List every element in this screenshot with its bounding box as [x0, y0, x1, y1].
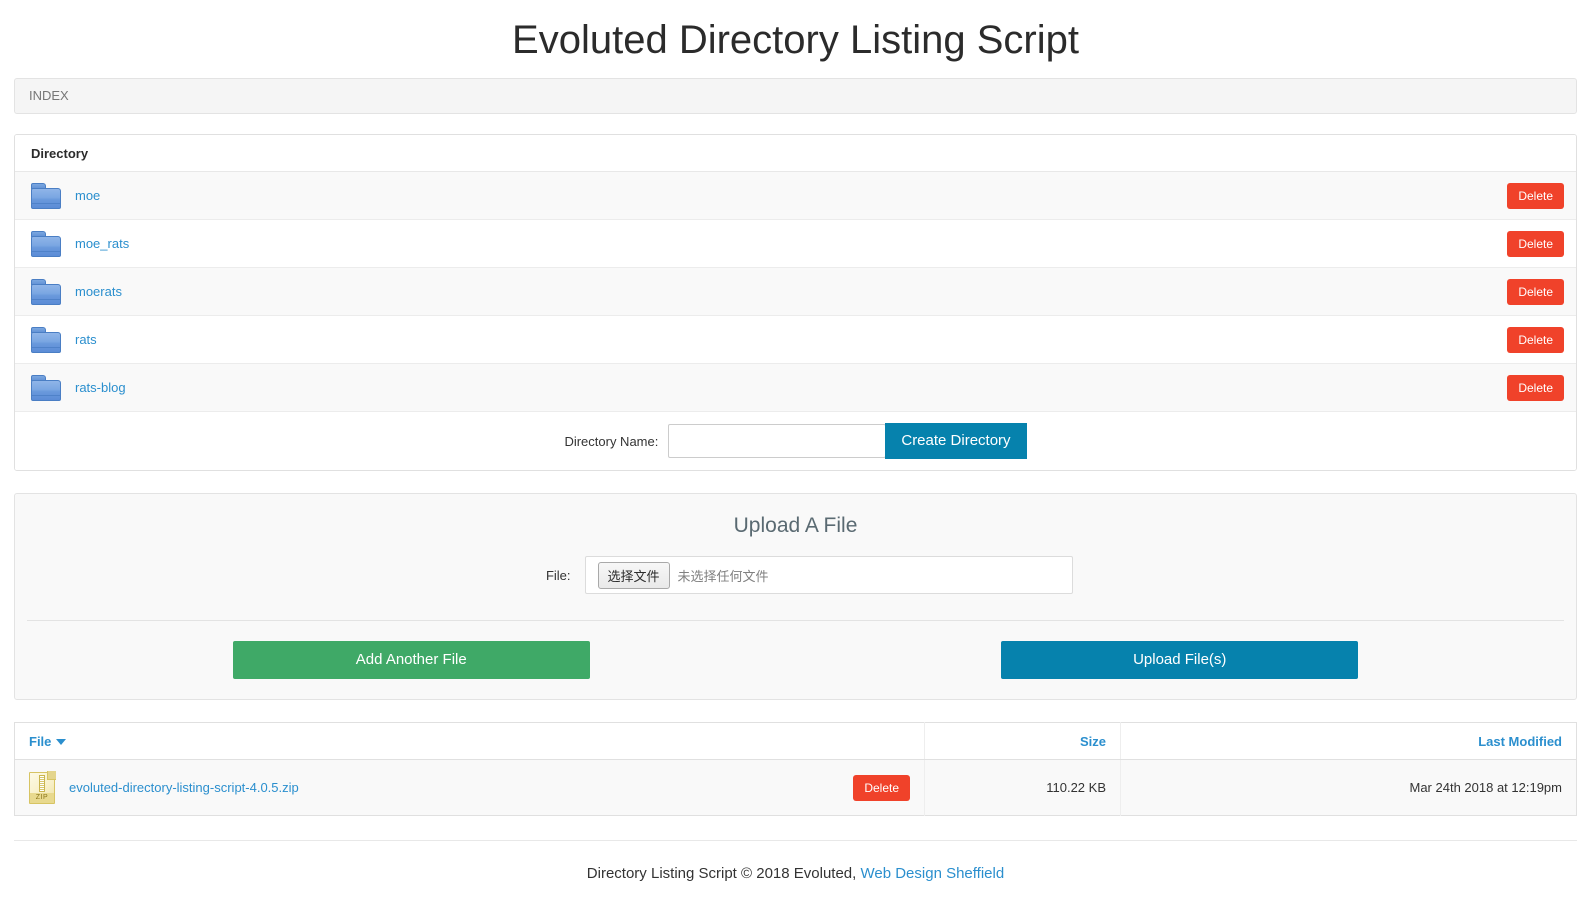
footer-text: Directory Listing Script © 2018 Evoluted… — [587, 865, 857, 882]
directory-link[interactable]: moe_rats — [75, 236, 1507, 251]
directory-row[interactable]: moerats Delete — [15, 268, 1576, 316]
create-directory-button[interactable]: Create Directory — [885, 423, 1026, 459]
upload-actions: Add Another File Upload File(s) — [15, 621, 1576, 699]
file-table-body: ZIP evoluted-directory-listing-script-4.… — [15, 760, 1577, 816]
file-size-cell: 110.22 KB — [925, 760, 1121, 816]
directory-name-label: Directory Name: — [564, 434, 658, 449]
directory-name-input[interactable] — [668, 424, 886, 458]
directory-panel: Directory moe Delete moe_rats Delete moe… — [14, 134, 1577, 471]
upload-panel-title: Upload A File — [15, 494, 1576, 542]
directory-link[interactable]: rats — [75, 332, 1507, 347]
choose-file-button[interactable]: 选择文件 — [598, 562, 670, 589]
file-input[interactable]: 选择文件 未选择任何文件 — [585, 556, 1073, 594]
file-table: File Size Last Modified ZIP — [14, 722, 1577, 816]
directory-link[interactable]: moerats — [75, 284, 1507, 299]
file-cell: ZIP evoluted-directory-listing-script-4.… — [15, 760, 925, 816]
column-header-last-modified[interactable]: Last Modified — [1121, 723, 1577, 760]
delete-directory-button[interactable]: Delete — [1507, 231, 1564, 257]
zip-file-icon: ZIP — [29, 772, 55, 804]
file-table-head: File Size Last Modified — [15, 723, 1577, 760]
add-another-file-button[interactable]: Add Another File — [233, 641, 590, 679]
add-another-file-slot: Add Another File — [27, 641, 796, 679]
folder-icon — [31, 375, 61, 401]
zip-file-icon-label: ZIP — [30, 793, 54, 803]
directory-row[interactable]: rats Delete — [15, 316, 1576, 364]
folder-icon — [31, 327, 61, 353]
delete-directory-button[interactable]: Delete — [1507, 327, 1564, 353]
app-root: Evoluted Directory Listing Script INDEX … — [0, 0, 1591, 902]
directory-link[interactable]: moe — [75, 188, 1507, 203]
breadcrumb-item-index[interactable]: INDEX — [29, 88, 69, 103]
column-header-file[interactable]: File — [15, 723, 925, 760]
directory-row[interactable]: moe_rats Delete — [15, 220, 1576, 268]
file-selection-status: 未选择任何文件 — [678, 566, 769, 585]
folder-icon — [31, 183, 61, 209]
file-link[interactable]: evoluted-directory-listing-script-4.0.5.… — [69, 780, 853, 795]
folder-icon — [31, 279, 61, 305]
file-input-row: File: 选择文件 未选择任何文件 — [15, 542, 1576, 594]
table-row: ZIP evoluted-directory-listing-script-4.… — [15, 760, 1577, 816]
footer: Directory Listing Script © 2018 Evoluted… — [14, 840, 1577, 882]
directory-panel-heading: Directory — [15, 135, 1576, 172]
footer-link[interactable]: Web Design Sheffield — [860, 865, 1004, 882]
file-modified-cell: Mar 24th 2018 at 12:19pm — [1121, 760, 1577, 816]
directory-row[interactable]: moe Delete — [15, 172, 1576, 220]
delete-file-button[interactable]: Delete — [853, 775, 910, 801]
folder-icon — [31, 231, 61, 257]
file-input-label: File: — [519, 568, 571, 583]
file-table-header-row: File Size Last Modified — [15, 723, 1577, 760]
delete-directory-button[interactable]: Delete — [1507, 279, 1564, 305]
delete-directory-button[interactable]: Delete — [1507, 183, 1564, 209]
page-title: Evoluted Directory Listing Script — [0, 0, 1591, 60]
directory-row[interactable]: rats-blog Delete — [15, 364, 1576, 412]
breadcrumb: INDEX — [14, 78, 1577, 114]
column-header-size[interactable]: Size — [925, 723, 1121, 760]
create-directory-form: Directory Name: Create Directory — [15, 412, 1576, 470]
column-header-file-label: File — [29, 734, 51, 749]
caret-down-icon — [56, 739, 66, 745]
file-cell-inner: ZIP evoluted-directory-listing-script-4.… — [29, 772, 910, 804]
upload-files-slot: Upload File(s) — [796, 641, 1565, 679]
delete-directory-button[interactable]: Delete — [1507, 375, 1564, 401]
upload-panel: Upload A File File: 选择文件 未选择任何文件 Add Ano… — [14, 493, 1577, 700]
upload-files-button[interactable]: Upload File(s) — [1001, 641, 1358, 679]
directory-link[interactable]: rats-blog — [75, 380, 1507, 395]
page-container: INDEX Directory moe Delete moe_rats Dele… — [14, 78, 1577, 882]
